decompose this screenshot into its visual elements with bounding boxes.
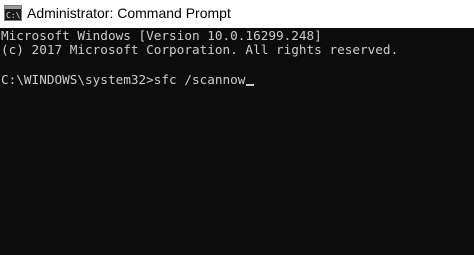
console-version-line: Microsoft Windows [Version 10.0.16299.24… [1, 28, 322, 43]
title-bar[interactable]: C:\ Administrator: Command Prompt [0, 0, 474, 28]
text-cursor [246, 84, 255, 86]
console-command-line[interactable]: C:\WINDOWS\system32>sfc /scannow [1, 72, 255, 87]
console-copyright-line: (c) 2017 Microsoft Corporation. All righ… [1, 42, 399, 57]
command-prompt-window: C:\ Administrator: Command Prompt Micros… [0, 0, 474, 255]
svg-text:C:\: C:\ [6, 11, 21, 20]
console-command-input[interactable]: sfc /scannow [154, 72, 246, 87]
window-title: Administrator: Command Prompt [27, 5, 231, 21]
command-prompt-icon[interactable]: C:\ [4, 5, 22, 21]
console-area[interactable]: Microsoft Windows [Version 10.0.16299.24… [0, 28, 474, 255]
console-prompt: C:\WINDOWS\system32> [1, 72, 154, 87]
